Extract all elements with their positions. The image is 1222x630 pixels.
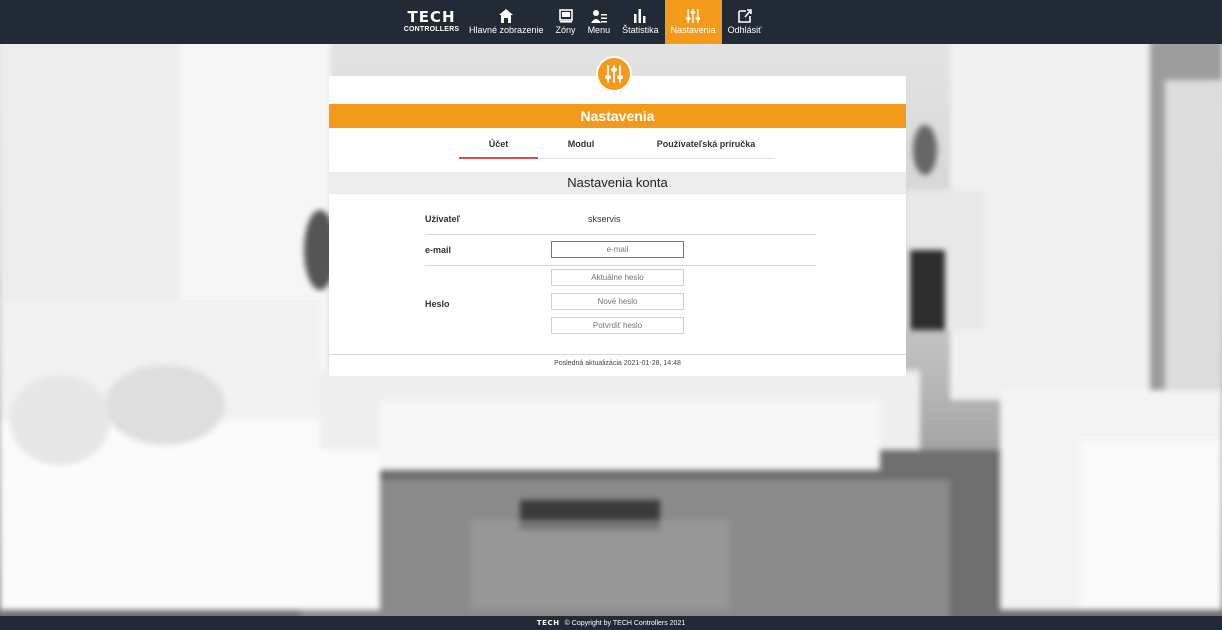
nav-item-main-view[interactable]: Hlavné zobrazenie <box>463 0 550 44</box>
nav-item-label: Štatistika <box>622 25 659 35</box>
nav-item-label: Menu <box>587 25 611 35</box>
settings-panel: Nastavenia Účet Modul Používateľská prír… <box>329 76 906 376</box>
copyright-text: © Copyright by TECH Controllers 2021 <box>564 620 686 627</box>
footer-bar: TECH © Copyright by TECH Controllers 202… <box>0 616 1222 630</box>
current-password-field[interactable] <box>551 269 684 286</box>
confirm-password-field[interactable] <box>551 317 684 334</box>
nav-item-settings[interactable]: Nastavenia <box>664 0 722 44</box>
main-nav: TECH CONTROLLERS Hlavné zobrazenie Zóny <box>400 0 768 44</box>
tab-user-manual[interactable]: Používateľská príručka <box>637 136 775 159</box>
user-value: skservis <box>588 214 621 224</box>
statistics-icon <box>634 9 646 23</box>
last-update-text: Posledná aktualizácia 2021-01-28, 14:48 <box>554 360 681 367</box>
menu-user-icon <box>590 10 607 23</box>
logout-icon <box>737 9 752 23</box>
tab-module[interactable]: Modul <box>552 136 610 159</box>
footer-logo: TECH <box>536 619 560 627</box>
nav-item-zones[interactable]: Zóny <box>550 0 582 44</box>
password-label: Heslo <box>425 299 450 309</box>
new-password-field[interactable] <box>551 293 684 310</box>
nav-item-label: Hlavné zobrazenie <box>469 25 544 35</box>
divider <box>329 354 906 355</box>
nav-item-label: Zóny <box>555 25 576 35</box>
nav-item-menu[interactable]: Menu <box>582 0 617 44</box>
nav-item-logout[interactable]: Odhlásiť <box>722 0 768 44</box>
home-icon <box>499 9 514 23</box>
settings-sliders-icon <box>605 65 623 83</box>
zones-icon <box>558 9 573 23</box>
user-label: Užívateľ <box>425 214 460 224</box>
divider <box>425 265 816 266</box>
section-title: Nastavenia konta <box>329 172 906 194</box>
divider <box>425 234 816 235</box>
logo-subtext: CONTROLLERS <box>403 26 460 33</box>
panel-title: Nastavenia <box>329 104 906 128</box>
settings-tabs: Účet Modul Používateľská príručka <box>459 136 775 159</box>
logo-text: TECH <box>407 8 456 26</box>
settings-sliders-icon <box>686 9 701 23</box>
email-field[interactable] <box>551 241 684 258</box>
nav-item-label: Odhlásiť <box>727 25 762 35</box>
email-label: e-mail <box>425 245 452 255</box>
nav-item-statistics[interactable]: Štatistika <box>616 0 665 44</box>
nav-item-label: Nastavenia <box>670 25 716 35</box>
tech-controllers-logo[interactable]: TECH CONTROLLERS <box>400 0 463 44</box>
settings-badge <box>596 56 632 92</box>
top-navbar: TECH CONTROLLERS Hlavné zobrazenie Zóny <box>0 0 1222 44</box>
tab-account[interactable]: Účet <box>459 136 538 159</box>
